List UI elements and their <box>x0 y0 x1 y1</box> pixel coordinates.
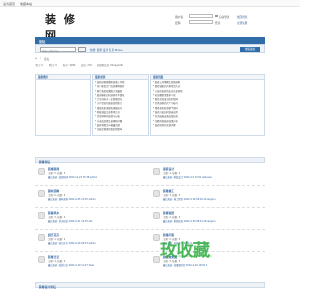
row-divider <box>35 207 265 208</box>
login-form: 用户名 自动登录 找回密码 密码 登录 立即注册 <box>175 14 265 36</box>
latest-images-title: 最新图片 <box>36 75 90 80</box>
home-icon[interactable]: ⌂ <box>35 57 37 60</box>
latest-replies-panel: 最新回复 * 装修公司哪家比较靠谱呢 * 瓷砖铺贴的几种常见方式 * 儿童房装修的安… <box>150 74 265 136</box>
forum-last-post[interactable]: 最后发表: 园艺花卉 2022-4-16 09:53 admin <box>48 241 96 245</box>
forum-last-post[interactable]: 最后发表: 建材选购 2022-4-25 13:25 admin <box>48 197 96 201</box>
password-input[interactable] <box>189 20 213 24</box>
latest-replies-list: * 装修公司哪家比较靠谱呢 * 瓷砖铺贴的几种常见方式 * 儿童房装修的安全注意事项… <box>151 80 264 129</box>
section-header-forum: 装修论坛 <box>35 157 265 164</box>
list-item[interactable]: * 装修验收的关键步骤 <box>153 124 262 128</box>
nav-item-forum[interactable]: 论坛 <box>39 39 45 44</box>
forum-item[interactable]: 建材选购 主题: 6, 帖数: 6 最后发表: 建材选购 2022-4-25 13:… <box>38 188 148 205</box>
stat-yesterday: 昨日: 0 <box>49 64 57 67</box>
username-label: 用户名 <box>175 15 184 19</box>
site-logo[interactable]: 装 修 网 zhuangxiu.wang <box>45 11 82 46</box>
breadcrumb: ⌂ › 论坛 <box>35 55 265 61</box>
forum-item[interactable]: 装修施工 主题: 3, 帖数: 3 最后发表: 施工经验 2022-4-18 09:… <box>153 188 263 205</box>
breadcrumb-separator: › <box>40 56 42 60</box>
forum-last-post[interactable]: 最后发表: 风水知识 2022-4-21 14:35 abc <box>48 219 93 223</box>
stat-members: 会员: 270 <box>81 64 92 67</box>
latest-posts-list: * 装修前要做哪些准备工作呢 * 木门和复合门究竟哪种更好 * 客厅装修效果图大全最… <box>93 80 148 134</box>
forum-item[interactable]: 装修日记 主题: 4, 帖数: 4 最后发表: 装修日记 2022-4-19 11:… <box>38 254 148 271</box>
stat-today: 今日: 0 <box>35 64 43 67</box>
section-header-design: 装修设计论坛 <box>35 282 265 289</box>
forum-last-post[interactable]: 最后发表: 家装设计 2022-4-5 10:51 webuser <box>163 175 212 179</box>
register-link[interactable]: 立即注册 <box>237 21 247 25</box>
forum-last-post[interactable]: 最后发表: 装修日记 2022-4-19 11:27 zhao <box>48 263 94 267</box>
forum-item[interactable]: 装修风水 主题: 3, 帖数: 3 最后发表: 风水知识 2022-4-21 14:… <box>38 210 148 227</box>
forum-last-post[interactable]: 最后发表: 施工经验 2022-4-18 09:16 zhuangxiu <box>163 197 215 201</box>
latest-images-panel: 最新图片 <box>35 74 91 136</box>
set-homepage-link[interactable]: 设为首页 <box>3 2 15 6</box>
row-divider <box>35 185 265 186</box>
forum-icon <box>153 190 160 197</box>
forum-icon <box>38 168 45 175</box>
forum-last-post[interactable]: 最后发表: 装修新闻 2022-11-23 15:38 admin <box>48 175 97 179</box>
password-label: 密码 <box>175 21 181 25</box>
auto-login-checkbox[interactable] <box>215 14 218 18</box>
auto-login-label: 自动登录 <box>219 16 230 19</box>
forum-icon <box>38 234 45 241</box>
watermark-sub: GUOSHOUCANG.COM <box>175 254 212 258</box>
section-title[interactable]: 装修设计论坛 <box>39 285 56 289</box>
forgot-password-link[interactable]: 找回密码 <box>237 15 247 19</box>
search-input[interactable]: 请输入搜索内容 <box>40 47 76 53</box>
top-bar: 设为首页 收藏本站 <box>0 0 300 7</box>
forum-icon <box>38 190 45 197</box>
stat-newest-member[interactable]: 欢迎新会员: Miuagoldb <box>97 63 123 67</box>
forum-item[interactable]: 家装设计 主题: 4, 帖数: 4 最后发表: 家装设计 2022-4-5 10:5… <box>153 166 263 183</box>
list-item[interactable]: * 全屋定制家具真的划算吗 <box>95 128 146 132</box>
search-placeholder: 请输入搜索内容 <box>42 49 59 53</box>
latest-posts-panel: 最新发表 * 装修前要做哪些准备工作呢 * 木门和复合门究竟哪种更好 * 客厅装修效… <box>92 74 149 136</box>
login-button[interactable]: 登录 <box>215 21 220 25</box>
hot-searches[interactable]: 热搜: 装修 设计 灯具 Minus <box>90 48 123 52</box>
forum-icon <box>38 212 45 219</box>
row-divider <box>35 229 265 230</box>
forum-icon <box>153 256 160 263</box>
quick-post-button[interactable]: 快速发帖 <box>240 46 260 52</box>
search-button[interactable] <box>78 47 86 52</box>
section-title[interactable]: 装修论坛 <box>39 160 50 164</box>
forum-icon <box>153 234 160 241</box>
forum-item[interactable]: 装修家居 主题: 4, 帖数: 4 最后发表: 家居装饰 2022-4-30 08:… <box>153 210 263 227</box>
search-bar: 请输入搜索内容 热搜: 装修 设计 灯具 Minus 快速发帖 <box>35 44 265 53</box>
forum-item[interactable]: 园艺花卉 主题: 2, 帖数: 2 最后发表: 园艺花卉 2022-4-16 09:… <box>38 232 148 249</box>
forum-last-post[interactable]: 最后发表: 家居装饰 2022-4-30 08:12 zhuangxiu <box>163 219 215 223</box>
forum-icon <box>153 212 160 219</box>
forum-item[interactable]: 装修新闻 主题: 5, 帖数: 5 最后发表: 装修新闻 2022-11-23 15… <box>38 166 148 183</box>
stat-posts: 帖子: 3286 <box>63 64 76 67</box>
forum-icon <box>38 256 45 263</box>
username-input[interactable] <box>189 14 213 18</box>
bookmark-link[interactable]: 收藏本站 <box>20 2 32 6</box>
breadcrumb-current[interactable]: 论坛 <box>44 57 49 61</box>
forum-last-post[interactable]: 最后发表: 效果图欣赏 2022-4-25 18:02 li <box>163 263 207 267</box>
forum-stats: 今日: 0 昨日: 0 帖子: 3286 会员: 270 欢迎新会员: Miua… <box>35 62 265 68</box>
forum-icon <box>153 168 160 175</box>
main-nav: 论坛 <box>35 37 265 44</box>
